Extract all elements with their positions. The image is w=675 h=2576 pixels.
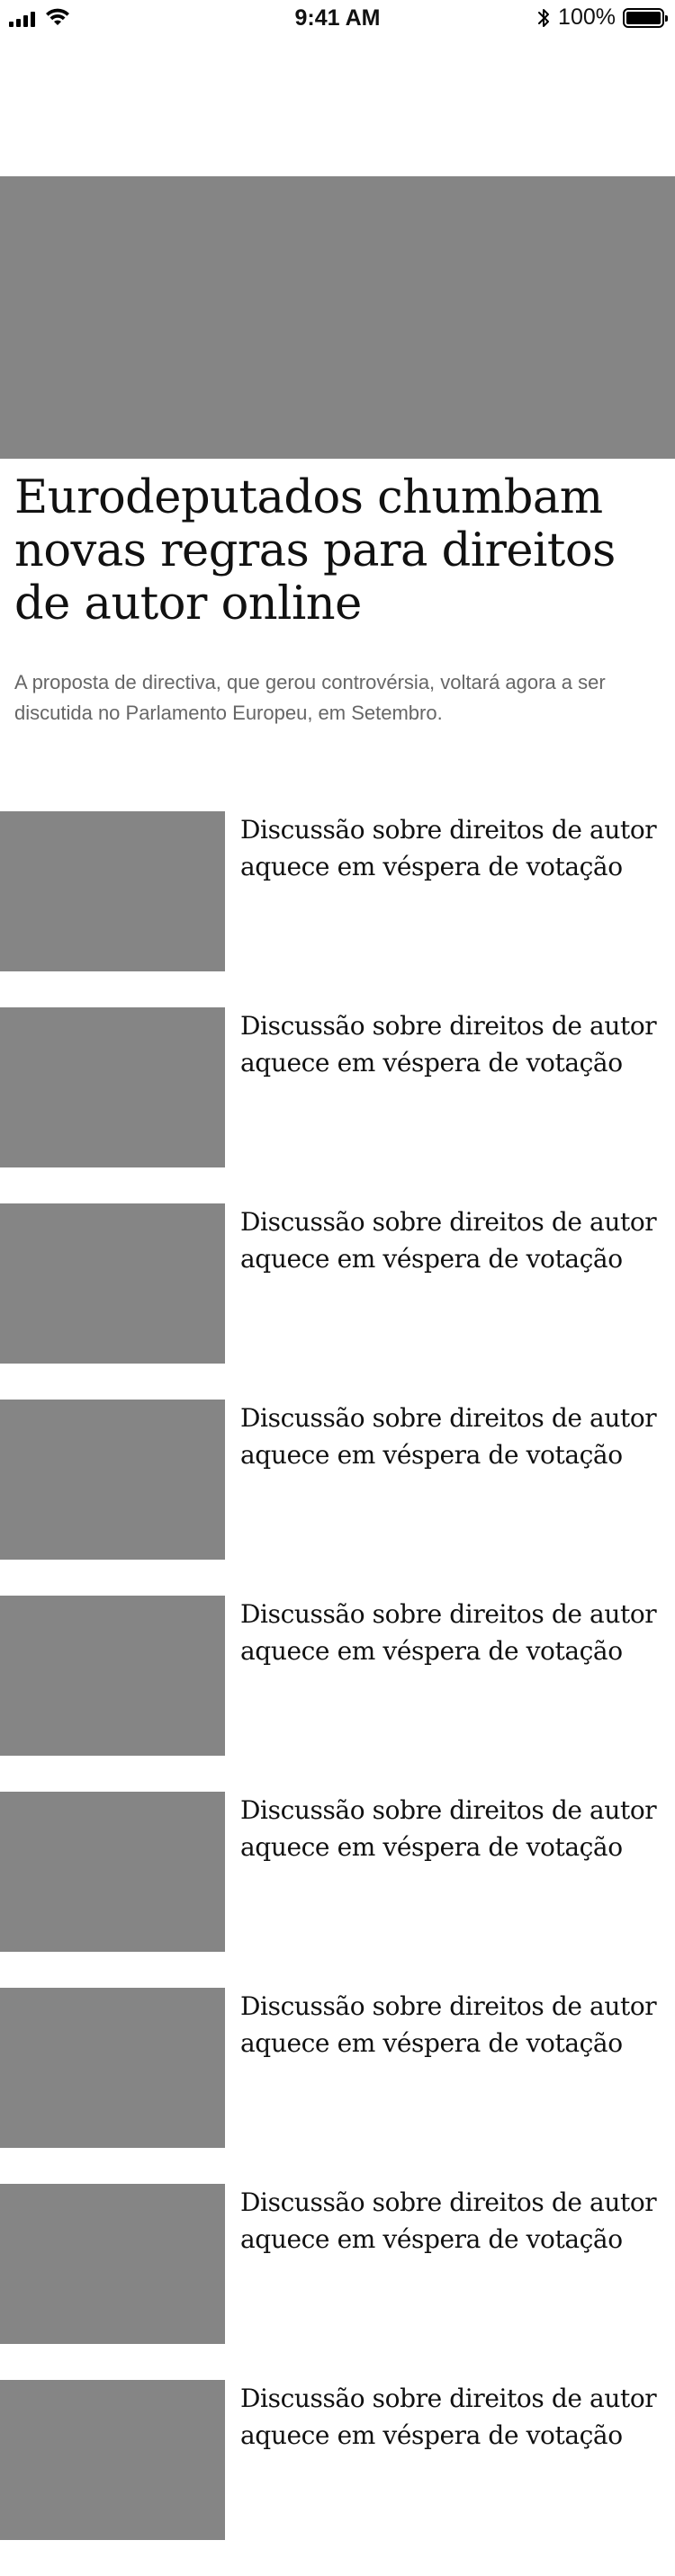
hero-title[interactable]: Eurodeputados chumbam novas regras para …	[14, 471, 644, 631]
battery-percent: 100%	[558, 4, 616, 30]
article-item[interactable]: Discussão sobre direitos de autor aquece…	[0, 1596, 675, 1792]
article-thumbnail[interactable]	[0, 1203, 225, 1364]
article-thumbnail[interactable]	[0, 1007, 225, 1167]
article-title[interactable]: Discussão sobre direitos de autor aquece…	[240, 1203, 663, 1277]
article-title[interactable]: Discussão sobre direitos de autor aquece…	[240, 811, 663, 885]
status-bar: 9:41 AM 100%	[0, 0, 675, 36]
article-item[interactable]: Discussão sobre direitos de autor aquece…	[0, 1400, 675, 1596]
article-thumbnail[interactable]	[0, 2184, 225, 2344]
article-title[interactable]: Discussão sobre direitos de autor aquece…	[240, 2380, 663, 2454]
article-item[interactable]: Discussão sobre direitos de autor aquece…	[0, 2184, 675, 2380]
article-item[interactable]: Discussão sobre direitos de autor aquece…	[0, 1792, 675, 1988]
bluetooth-icon	[538, 8, 550, 27]
article-item[interactable]: Discussão sobre direitos de autor aquece…	[0, 2380, 675, 2576]
article-thumbnail[interactable]	[0, 1400, 225, 1560]
article-thumbnail[interactable]	[0, 1988, 225, 2148]
article-item[interactable]: Discussão sobre direitos de autor aquece…	[0, 811, 675, 1007]
article-title[interactable]: Discussão sobre direitos de autor aquece…	[240, 1988, 663, 2062]
article-title[interactable]: Discussão sobre direitos de autor aquece…	[240, 1596, 663, 1669]
article-thumbnail[interactable]	[0, 1596, 225, 1756]
battery-fill	[626, 11, 661, 24]
article-thumbnail[interactable]	[0, 811, 225, 971]
hero-summary: A proposta de directiva, que gerou contr…	[14, 671, 606, 724]
article-title[interactable]: Discussão sobre direitos de autor aquece…	[240, 1400, 663, 1473]
hero-image[interactable]	[0, 176, 675, 459]
battery-icon	[623, 7, 668, 28]
status-right: 100%	[536, 4, 668, 31]
article-thumbnail[interactable]	[0, 1792, 225, 1952]
article-item[interactable]: Discussão sobre direitos de autor aquece…	[0, 1007, 675, 1203]
article-title[interactable]: Discussão sobre direitos de autor aquece…	[240, 2184, 663, 2258]
article-thumbnail[interactable]	[0, 2380, 225, 2540]
article-title[interactable]: Discussão sobre direitos de autor aquece…	[240, 1792, 663, 1865]
article-item[interactable]: Discussão sobre direitos de autor aquece…	[0, 1203, 675, 1400]
article-list: Discussão sobre direitos de autor aquece…	[0, 811, 675, 2576]
article-title[interactable]: Discussão sobre direitos de autor aquece…	[240, 1007, 663, 1081]
article-item[interactable]: Discussão sobre direitos de autor aquece…	[0, 1988, 675, 2184]
